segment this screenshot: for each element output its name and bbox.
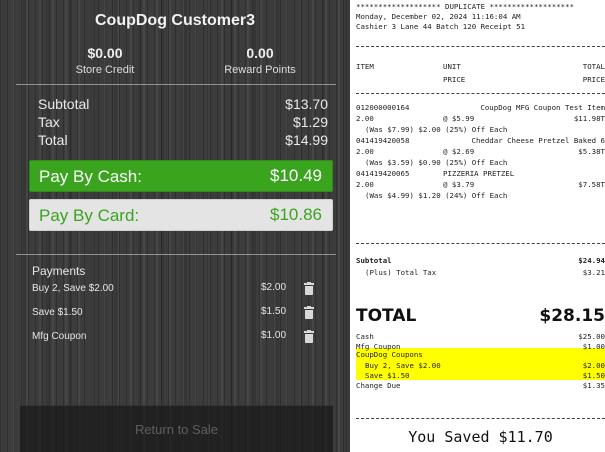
receipt-item-saving: (Was $7.99) $2.00 (25%) Off Each xyxy=(365,125,508,134)
col-total-price: PRICE xyxy=(582,75,605,84)
reward-points-value: 0.00 xyxy=(246,45,274,61)
pay-by-cash-amount: $10.49 xyxy=(270,166,322,185)
total-label: Total xyxy=(38,132,68,148)
receipt-divider xyxy=(356,418,605,419)
receipt-item: 041419420058 Cheddar Cheese Pretzel Bake… xyxy=(356,136,605,145)
receipt-divider xyxy=(356,243,605,244)
trash-icon[interactable] xyxy=(304,330,314,343)
payment-label: Buy 2, Save $2.00 xyxy=(32,283,114,294)
reward-points: 0.00 Reward Points xyxy=(185,45,335,76)
col-item: ITEM xyxy=(356,62,374,71)
col-unit-price: PRICE xyxy=(443,75,466,84)
store-credit-label: Store Credit xyxy=(75,64,135,76)
receipt-tender: Mfg Coupon $1.00 xyxy=(356,342,605,351)
reward-points-label: Reward Points xyxy=(224,64,296,76)
payment-amount: $2.00 xyxy=(261,282,287,293)
receipt-tender: Cash $25.00 xyxy=(356,332,605,341)
you-saved: You Saved $11.70 xyxy=(408,428,553,446)
receipt-cashier: Cashier 3 Lane 44 Batch 120 Receipt 51 xyxy=(356,22,526,31)
trash-icon[interactable] xyxy=(304,306,314,319)
receipt-banner: ******************* DUPLICATE **********… xyxy=(356,2,575,11)
receipt-subtotal: Subtotal $24.94 xyxy=(356,256,605,265)
subtotal-label: Subtotal xyxy=(38,96,90,112)
receipt-item-saving: (Was $3.59) $0.90 (25%) Off Each xyxy=(365,158,508,167)
return-to-sale-label: Return to Sale xyxy=(134,422,219,437)
divider xyxy=(16,254,336,255)
payment-row: Buy 2, Save $2.00 $2.00 xyxy=(32,282,322,298)
pos-panel: CoupDog Customer3 $0.00 Store Credit 0.0… xyxy=(0,0,350,452)
total-value: $14.99 xyxy=(285,132,328,148)
receipt-divider xyxy=(356,93,605,94)
coupdog-coupon-line: Save $1.50 $1.50 xyxy=(365,371,605,380)
pay-by-card-amount: $10.86 xyxy=(270,205,322,224)
divider xyxy=(16,84,336,85)
subtotal-row: Subtotal $13.70 xyxy=(38,96,328,114)
pay-by-card-button[interactable]: Pay By Card: $10.86 xyxy=(29,199,333,231)
payments-heading: Payments xyxy=(32,264,86,278)
receipt: ******************* DUPLICATE **********… xyxy=(356,0,605,452)
tax-row: Tax $1.29 xyxy=(38,114,328,132)
tax-label: Tax xyxy=(38,114,60,130)
payment-label: Save $1.50 xyxy=(32,307,83,318)
receipt-item-price: 2.00 @ $2.69 $5.38T xyxy=(356,147,605,156)
receipt-tax: (Plus) Total Tax $3.21 xyxy=(365,268,605,277)
pay-by-cash-label: Pay By Cash: xyxy=(39,167,142,186)
store-credit-value: $0.00 xyxy=(87,45,123,61)
receipt-item-price: 2.00 @ $3.79 $7.58T xyxy=(356,180,605,189)
receipt-divider xyxy=(356,46,605,47)
receipt-grand-total: TOTAL $28.15 xyxy=(356,306,605,326)
col-unit: UNIT xyxy=(443,62,461,71)
customer-name: CoupDog Customer3 xyxy=(95,12,255,29)
tax-value: $1.29 xyxy=(292,114,328,130)
return-to-sale-button[interactable]: Return to Sale xyxy=(20,405,333,452)
receipt-date: Monday, December 02, 2024 11:16:04 AM xyxy=(356,12,521,21)
pay-by-card-label: Pay By Card: xyxy=(39,206,140,225)
receipt-change-due: Change Due $1.35 xyxy=(356,381,605,390)
coupdog-coupon-line: Buy 2, Save $2.00 $2.00 xyxy=(365,361,605,370)
subtotal-value: $13.70 xyxy=(285,96,328,112)
receipt-item-price: 2.00 @ $5.99 $11.98T xyxy=(356,114,605,123)
store-credit: $0.00 Store Credit xyxy=(30,45,180,76)
receipt-header-row: PRICE PRICE xyxy=(356,75,605,85)
receipt-item-saving: (Was $4.99) $1.20 (24%) Off Each xyxy=(365,191,508,200)
payment-amount: $1.50 xyxy=(261,306,287,317)
trash-icon[interactable] xyxy=(304,282,314,295)
total-row: Total $14.99 xyxy=(38,132,328,150)
receipt-item: 041419420065 PIZZERIA PRETZEL xyxy=(356,169,515,178)
pay-by-cash-button[interactable]: Pay By Cash: $10.49 xyxy=(29,160,333,192)
receipt-header-row: ITEM UNIT TOTAL xyxy=(356,62,605,72)
payment-label: Mfg Coupon xyxy=(32,331,87,342)
receipt-item: 012000000164 CoupDog MFG Coupon Test Ite… xyxy=(356,103,605,112)
col-total: TOTAL xyxy=(582,62,605,71)
payment-row: Mfg Coupon $1.00 xyxy=(32,330,322,346)
payment-row: Save $1.50 $1.50 xyxy=(32,306,322,322)
payment-amount: $1.00 xyxy=(261,330,287,341)
